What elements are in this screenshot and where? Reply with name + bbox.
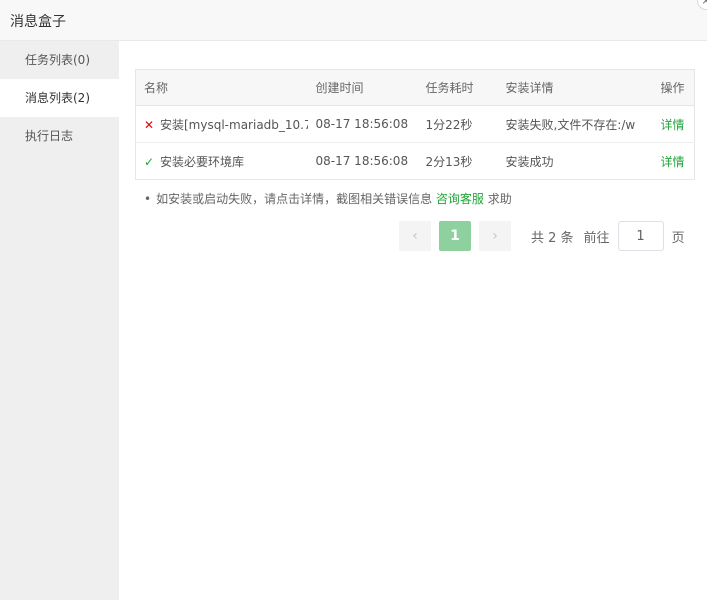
sidebar: 任务列表(0) 消息列表(2) 执行日志: [0, 41, 119, 600]
sidebar-item-message-list[interactable]: 消息列表(2): [0, 79, 119, 117]
sidebar-item-task-list[interactable]: 任务列表(0): [0, 41, 119, 79]
row-name: 安装[mysql-mariadb_10.7: [160, 117, 308, 132]
row-name-cell: ✕ 安装[mysql-mariadb_10.7: [135, 105, 308, 143]
message-table: 名称 创建时间 任务耗时 安装详情 操作 ✕ 安装[mysql-mariadb_1…: [135, 69, 695, 180]
column-header-name: 名称: [135, 69, 308, 106]
column-header-action: 操作: [652, 69, 695, 106]
fail-icon: ✕: [144, 117, 155, 132]
note-bullet: •: [144, 192, 152, 206]
detail-link[interactable]: 详情: [661, 155, 685, 169]
row-detail-failed: 安装失败,文件不存在:/w: [497, 105, 653, 143]
pagination: ‹ 1 › 共 2 条 前往 页: [399, 221, 685, 251]
column-header-detail: 安装详情: [497, 69, 653, 106]
page-button-current[interactable]: 1: [439, 221, 471, 251]
row-duration: 2分13秒: [425, 154, 473, 169]
column-header-duration: 任务耗时: [417, 69, 498, 106]
detail-link[interactable]: 详情: [661, 118, 685, 132]
help-note: • 如安装或启动失败，请点击详情，截图相关错误信息 咨询客服 求助: [144, 190, 512, 207]
chevron-left-icon[interactable]: ‹: [399, 221, 431, 251]
pagination-unit: 页: [671, 230, 685, 246]
table-header-row: 名称 创建时间 任务耗时 安装详情 操作: [135, 69, 695, 106]
table-row: ✕ 安装[mysql-mariadb_10.7 08-17 18:56:08 1分…: [135, 105, 695, 143]
row-created: 08-17 18:56:08: [307, 105, 418, 143]
column-header-created: 创建时间: [307, 69, 418, 106]
check-icon: ✓: [144, 154, 155, 169]
row-detail-success: 安装成功: [505, 154, 554, 169]
pagination-goto-label: 前往: [583, 230, 610, 246]
page-jump-input[interactable]: [617, 221, 664, 251]
pagination-total: 共 2 条: [531, 230, 574, 246]
main-panel: 名称 创建时间 任务耗时 安装详情 操作 ✕ 安装[mysql-mariadb_1…: [119, 41, 707, 600]
contact-support-link[interactable]: 咨询客服: [436, 192, 484, 206]
chevron-right-icon[interactable]: ›: [479, 221, 511, 251]
note-text-after: 求助: [483, 192, 512, 206]
window-titlebar: 消息盒子: [0, 0, 707, 41]
row-name: 安装必要环境库: [160, 154, 245, 169]
note-text: 如安装或启动失败，请点击详情，截图相关错误信息: [156, 192, 436, 206]
sidebar-item-execution-log[interactable]: 执行日志: [0, 117, 119, 155]
window-title: 消息盒子: [10, 14, 66, 30]
table-row: ✓ 安装必要环境库 08-17 18:56:08 2分13秒 安装成功 详情: [136, 143, 695, 180]
row-name-cell: ✓ 安装必要环境库: [136, 143, 308, 180]
row-duration: 1分22秒: [417, 105, 498, 143]
row-created: 08-17 18:56:08: [315, 154, 409, 168]
